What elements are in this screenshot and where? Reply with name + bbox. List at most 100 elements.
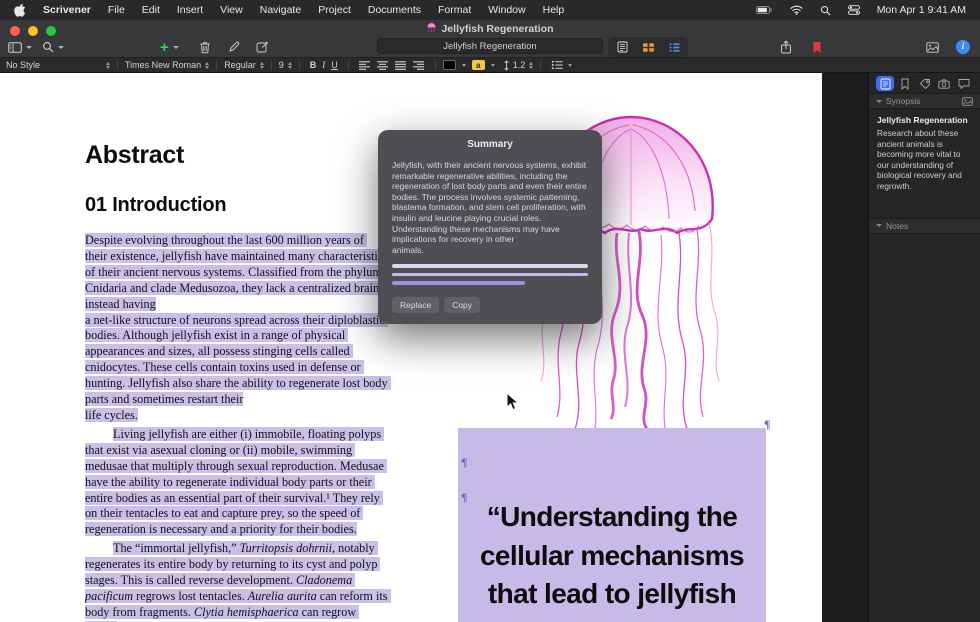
- wifi-icon[interactable]: [790, 5, 803, 15]
- menu-bar: Scrivener File Edit Insert View Navigate…: [0, 0, 980, 20]
- dropdown-arrows-icon: [491, 64, 495, 67]
- menu-item-documents[interactable]: Documents: [368, 4, 421, 16]
- selected-text: Despite evolving throughout the last 600…: [85, 233, 391, 422]
- corkboard-view-button[interactable]: [637, 38, 659, 56]
- line-spacing-value: 1.2: [513, 60, 526, 70]
- heading-introduction: 01 Introduction: [85, 194, 226, 217]
- pilcrow-mark: ¶: [461, 455, 467, 470]
- menu-item-edit[interactable]: Edit: [142, 4, 160, 16]
- plus-icon: +: [160, 40, 169, 55]
- menu-item-file[interactable]: File: [108, 4, 125, 16]
- dropdown-arrows-icon: [529, 62, 533, 69]
- synopsis-section-header[interactable]: Synopsis: [869, 93, 980, 109]
- font-size-dropdown[interactable]: 9: [279, 60, 292, 70]
- replace-button[interactable]: Replace: [392, 297, 439, 313]
- generating-bar: [392, 281, 525, 285]
- mouse-cursor: [506, 392, 519, 411]
- menu-item-scrivener[interactable]: Scrivener: [43, 4, 91, 16]
- body-text: Despite evolving throughout the last 600…: [85, 233, 389, 622]
- tab-bookmarks[interactable]: [896, 76, 914, 91]
- paragraph-3: The “immortal jellyfish,” Turritopsis do…: [85, 541, 389, 622]
- font-dropdown-value: Times New Roman: [125, 60, 201, 70]
- bold-button[interactable]: B: [310, 60, 317, 70]
- species-name: Clytia hemisphaerica: [194, 605, 299, 619]
- add-item-button[interactable]: +: [160, 36, 179, 58]
- synopsis-header-label: Synopsis: [886, 96, 921, 106]
- highlight-color-well[interactable]: a: [472, 60, 485, 70]
- window-chrome: Jellyfish Regeneration +: [0, 20, 980, 58]
- list-style-button[interactable]: [551, 60, 572, 70]
- pilcrow-mark: ¶: [764, 417, 770, 432]
- media-button[interactable]: [926, 36, 939, 58]
- align-right-button[interactable]: [412, 60, 425, 71]
- species-name: Aurelia aurita: [248, 589, 317, 603]
- selected-text: regrows lost tentacles.: [133, 589, 248, 603]
- search-button[interactable]: [42, 36, 64, 58]
- annotate-pen-button[interactable]: [228, 36, 240, 58]
- align-left-button[interactable]: [358, 60, 371, 71]
- line-spacing-dropdown[interactable]: 1.2: [513, 60, 534, 70]
- chevron-down-icon: [876, 100, 882, 103]
- jellyfish-icon: [426, 22, 437, 36]
- outline-view-button[interactable]: [663, 38, 685, 56]
- style-dropdown-value: No Style: [6, 60, 40, 70]
- toolbar: + Jellyfish Regeneration: [0, 36, 980, 58]
- synopsis-text[interactable]: Research about these ancient animals is …: [869, 128, 980, 192]
- menu-item-format[interactable]: Format: [438, 4, 471, 16]
- trash-button[interactable]: [199, 36, 211, 58]
- dropdown-arrows-icon: [568, 64, 572, 67]
- text-color-well[interactable]: [443, 60, 456, 70]
- tab-metadata[interactable]: [916, 76, 934, 91]
- font-weight-dropdown[interactable]: Regular: [224, 60, 264, 70]
- synopsis-image-icon[interactable]: [962, 97, 973, 106]
- menu-clock[interactable]: Mon Apr 1 9:41 AM: [877, 4, 966, 16]
- dropdown-arrows-icon: [260, 62, 264, 69]
- menu-item-help[interactable]: Help: [543, 4, 565, 16]
- pilcrow-mark: ¶: [461, 490, 467, 505]
- tab-comments[interactable]: [955, 76, 973, 91]
- format-bar: No Style Times New Roman Regular 9 B I U: [0, 58, 980, 73]
- inspector-tabs: [869, 73, 980, 93]
- font-dropdown[interactable]: Times New Roman: [125, 60, 209, 70]
- control-center-icon[interactable]: [848, 5, 860, 15]
- style-dropdown[interactable]: No Style: [6, 60, 110, 70]
- italic-button[interactable]: I: [322, 60, 325, 70]
- menu-item-project[interactable]: Project: [318, 4, 351, 16]
- binder-toggle-button[interactable]: [8, 36, 32, 58]
- info-icon: i: [956, 40, 970, 54]
- menu-item-window[interactable]: Window: [488, 4, 525, 16]
- menu-item-insert[interactable]: Insert: [177, 4, 203, 16]
- font-size-value: 9: [279, 60, 284, 70]
- inspector-info-button[interactable]: i: [956, 36, 970, 58]
- notes-section-header[interactable]: Notes: [869, 218, 980, 234]
- summary-popup-title: Summary: [378, 139, 602, 150]
- align-justify-button[interactable]: [394, 60, 407, 71]
- underline-button[interactable]: U: [331, 60, 338, 70]
- tab-snapshots[interactable]: [935, 76, 953, 91]
- menu-item-navigate[interactable]: Navigate: [260, 4, 301, 16]
- paragraph-1: Despite evolving throughout the last 600…: [85, 233, 389, 424]
- heading-abstract: Abstract: [85, 141, 184, 170]
- bookmark-flag-button[interactable]: [812, 36, 822, 58]
- align-center-button[interactable]: [376, 60, 389, 71]
- dropdown-arrows-icon: [205, 62, 209, 69]
- summary-popup: Summary Jellyfish, with their ancient ne…: [378, 130, 602, 324]
- synopsis-doc-title[interactable]: Jellyfish Regeneration: [869, 109, 980, 128]
- line-spacing-icon: [503, 60, 510, 71]
- chevron-down-icon: [876, 224, 882, 227]
- spotlight-search-icon[interactable]: [820, 5, 831, 16]
- font-weight-value: Regular: [224, 60, 256, 70]
- window-title-text: Jellyfish Regeneration: [441, 23, 553, 35]
- share-button[interactable]: [780, 36, 792, 58]
- document-view-button[interactable]: [611, 38, 633, 56]
- copy-button[interactable]: Copy: [444, 297, 480, 313]
- pull-quote-text: “Understanding the cellular mechanisms t…: [458, 428, 766, 614]
- pull-quote-block[interactable]: “Understanding the cellular mechanisms t…: [458, 428, 766, 622]
- compose-button[interactable]: [256, 36, 269, 58]
- document-title-field[interactable]: Jellyfish Regeneration: [377, 38, 603, 54]
- dropdown-arrows-icon: [106, 62, 110, 69]
- apple-menu-icon[interactable]: [14, 3, 26, 17]
- menu-item-view[interactable]: View: [220, 4, 243, 16]
- tab-notes[interactable]: [876, 76, 894, 91]
- battery-icon[interactable]: [756, 6, 773, 14]
